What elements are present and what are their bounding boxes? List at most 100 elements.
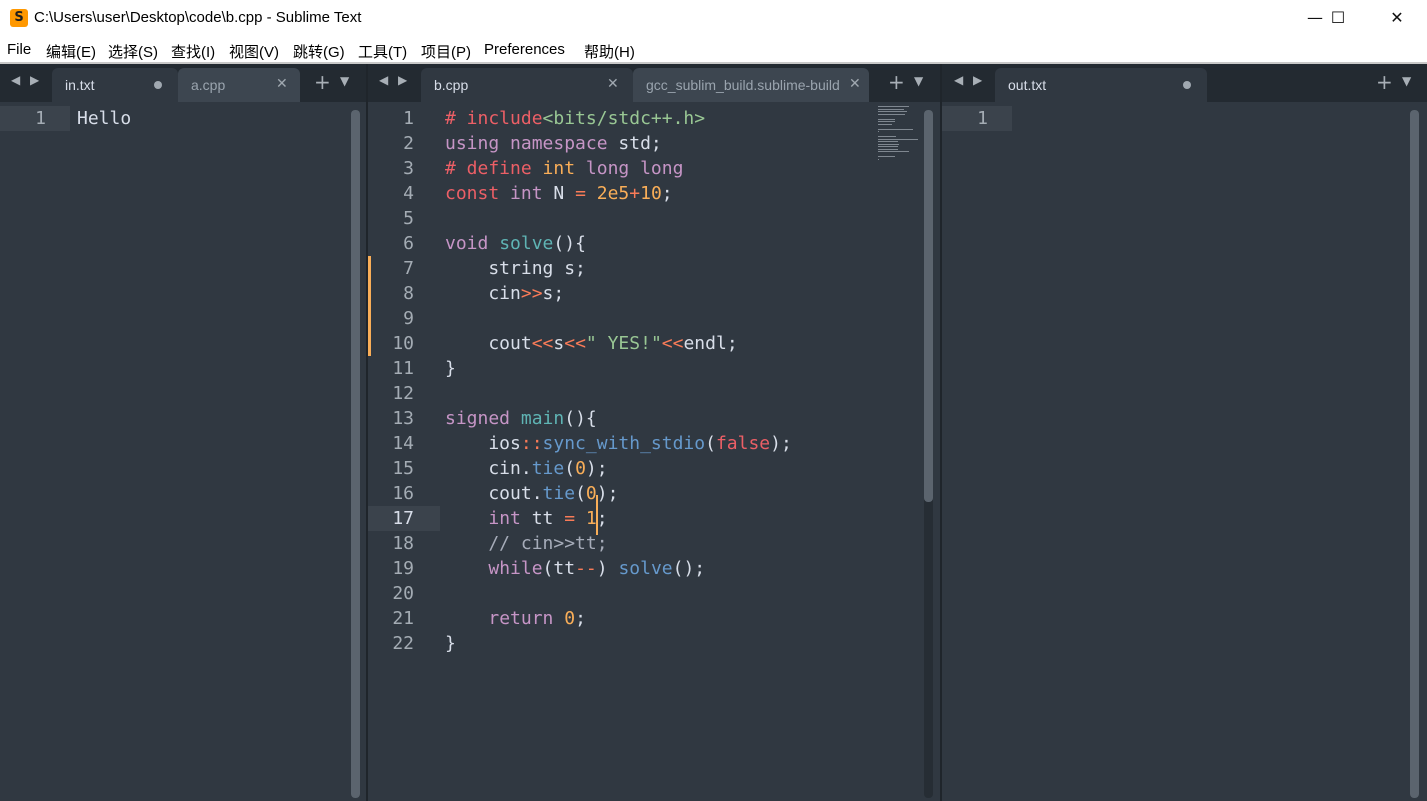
- line-number: 13: [392, 408, 414, 429]
- code-line: while(tt--) solve();: [445, 556, 705, 581]
- line-number: 1: [35, 108, 46, 129]
- minimap-line: [878, 151, 910, 152]
- tab-nav-arrows-icon[interactable]: ◀ ▶: [954, 73, 985, 87]
- menu-tools[interactable]: 工具(T): [358, 41, 407, 62]
- code-token: cin: [445, 458, 521, 479]
- code-token: ): [596, 558, 619, 579]
- code-token: <bits/stdc++.h>: [542, 108, 706, 129]
- maximize-button[interactable]: ☐: [1315, 0, 1361, 38]
- tab-gcc-build[interactable]: gcc_sublim_build.sublime-build ✕: [633, 68, 869, 102]
- code-token: ios: [445, 433, 521, 454]
- tab-b-cpp[interactable]: b.cpp ✕: [421, 68, 633, 102]
- code-token: --: [575, 558, 597, 579]
- code-token: ;: [596, 508, 608, 529]
- line-number: 15: [392, 458, 414, 479]
- sublime-logo-icon: S: [10, 9, 28, 27]
- code-line: // cin>>tt;: [445, 531, 607, 556]
- new-tab-icon[interactable]: +: [314, 70, 331, 94]
- menu-help[interactable]: 帮助(H): [584, 41, 635, 62]
- pane-3-tabbar: ◀ ▶ out.txt + ▼: [942, 64, 1427, 102]
- tab-nav-arrows-icon[interactable]: ◀ ▶: [379, 73, 410, 87]
- code-token: <<: [564, 333, 586, 354]
- code-token: endl;: [683, 333, 738, 354]
- tab-in-txt[interactable]: in.txt: [52, 68, 178, 102]
- tab-label: a.cpp: [191, 77, 226, 93]
- minimap-line: [878, 121, 895, 122]
- minimap-line: [878, 141, 898, 142]
- close-tab-icon[interactable]: ✕: [607, 76, 619, 92]
- minimap-line: [878, 158, 880, 160]
- menu-view[interactable]: 视图(V): [229, 41, 279, 62]
- code-line: cout.tie(0);: [445, 481, 618, 506]
- code-token: tt: [520, 508, 565, 529]
- line-number: 11: [392, 358, 414, 379]
- menu-file[interactable]: File: [7, 41, 31, 58]
- minimap-line: [878, 123, 893, 125]
- code-token: =: [575, 183, 586, 204]
- scrollbar-thumb[interactable]: [924, 110, 933, 502]
- line-number: 1: [403, 108, 414, 129]
- pane-2-editor[interactable]: 1 2 3 4 5 6 7 8 9 10 11 12 13 14 15 16 17 18 19 20 21 22 # in…: [368, 102, 940, 801]
- new-tab-icon[interactable]: +: [888, 70, 905, 94]
- tab-menu-icon[interactable]: ▼: [340, 74, 349, 88]
- close-window-button[interactable]: ✕: [1374, 0, 1420, 38]
- line-number: 5: [403, 208, 414, 229]
- tab-nav-arrows-icon[interactable]: ◀ ▶: [11, 73, 42, 87]
- menu-project[interactable]: 项目(P): [421, 41, 471, 62]
- code-token: ::: [520, 433, 543, 454]
- menu-bar: File 编辑(E) 选择(S) 查找(I) 视图(V) 跳转(G) 工具(T)…: [0, 38, 1427, 63]
- scrollbar-track[interactable]: [351, 110, 360, 798]
- close-tab-icon[interactable]: ✕: [276, 76, 288, 92]
- pane-3-editor[interactable]: 1: [942, 102, 1427, 801]
- close-tab-icon[interactable]: ✕: [849, 76, 861, 92]
- code-token: const: [445, 183, 500, 204]
- menu-edit[interactable]: 编辑(E): [46, 41, 96, 62]
- code-line: cin>>s;: [445, 281, 564, 306]
- code-line: cin.tie(0);: [445, 456, 607, 481]
- tab-menu-icon[interactable]: ▼: [1402, 74, 1411, 88]
- tab-menu-icon[interactable]: ▼: [914, 74, 923, 88]
- code-token: cout: [445, 483, 532, 504]
- code-token: }: [445, 633, 456, 654]
- minimap-line: [878, 138, 918, 140]
- minimap-line: [878, 131, 880, 132]
- tab-a-cpp[interactable]: a.cpp ✕: [178, 68, 300, 102]
- code-token: s: [553, 333, 565, 354]
- menu-find[interactable]: 查找(I): [171, 41, 215, 62]
- code-token: <<: [531, 333, 554, 354]
- code-token: =: [564, 508, 576, 529]
- minimap-line: [878, 148, 898, 150]
- code-token: using: [445, 133, 500, 154]
- new-tab-icon[interactable]: +: [1376, 70, 1393, 94]
- line-number: 10: [392, 333, 414, 354]
- unsaved-dot-icon[interactable]: [154, 81, 162, 89]
- scrollbar-thumb[interactable]: [1410, 110, 1419, 798]
- code-line: # define int long long: [445, 156, 683, 181]
- scrollbar-thumb[interactable]: [351, 110, 360, 798]
- code-line: cout<<s<<" YES!"<<endl;: [445, 331, 738, 356]
- menu-goto[interactable]: 跳转(G): [293, 41, 345, 62]
- line-number: 2: [403, 133, 414, 154]
- line-number: 14: [392, 433, 414, 454]
- code-token: +: [629, 183, 641, 204]
- unsaved-dot-icon[interactable]: [1183, 81, 1191, 89]
- scrollbar-track[interactable]: [1410, 110, 1419, 798]
- pane-1-editor[interactable]: 1 Hello: [0, 102, 366, 801]
- line-number: 3: [403, 158, 414, 179]
- menu-selection[interactable]: 选择(S): [108, 41, 158, 62]
- code-token: false: [715, 433, 771, 454]
- code-token: );: [770, 433, 792, 454]
- minimap-line: [878, 108, 904, 110]
- scrollbar-track[interactable]: [924, 110, 933, 798]
- menu-preferences[interactable]: Preferences: [484, 41, 565, 58]
- minimap[interactable]: [878, 106, 918, 166]
- code-token: void: [445, 233, 489, 254]
- tab-out-txt[interactable]: out.txt: [995, 68, 1207, 102]
